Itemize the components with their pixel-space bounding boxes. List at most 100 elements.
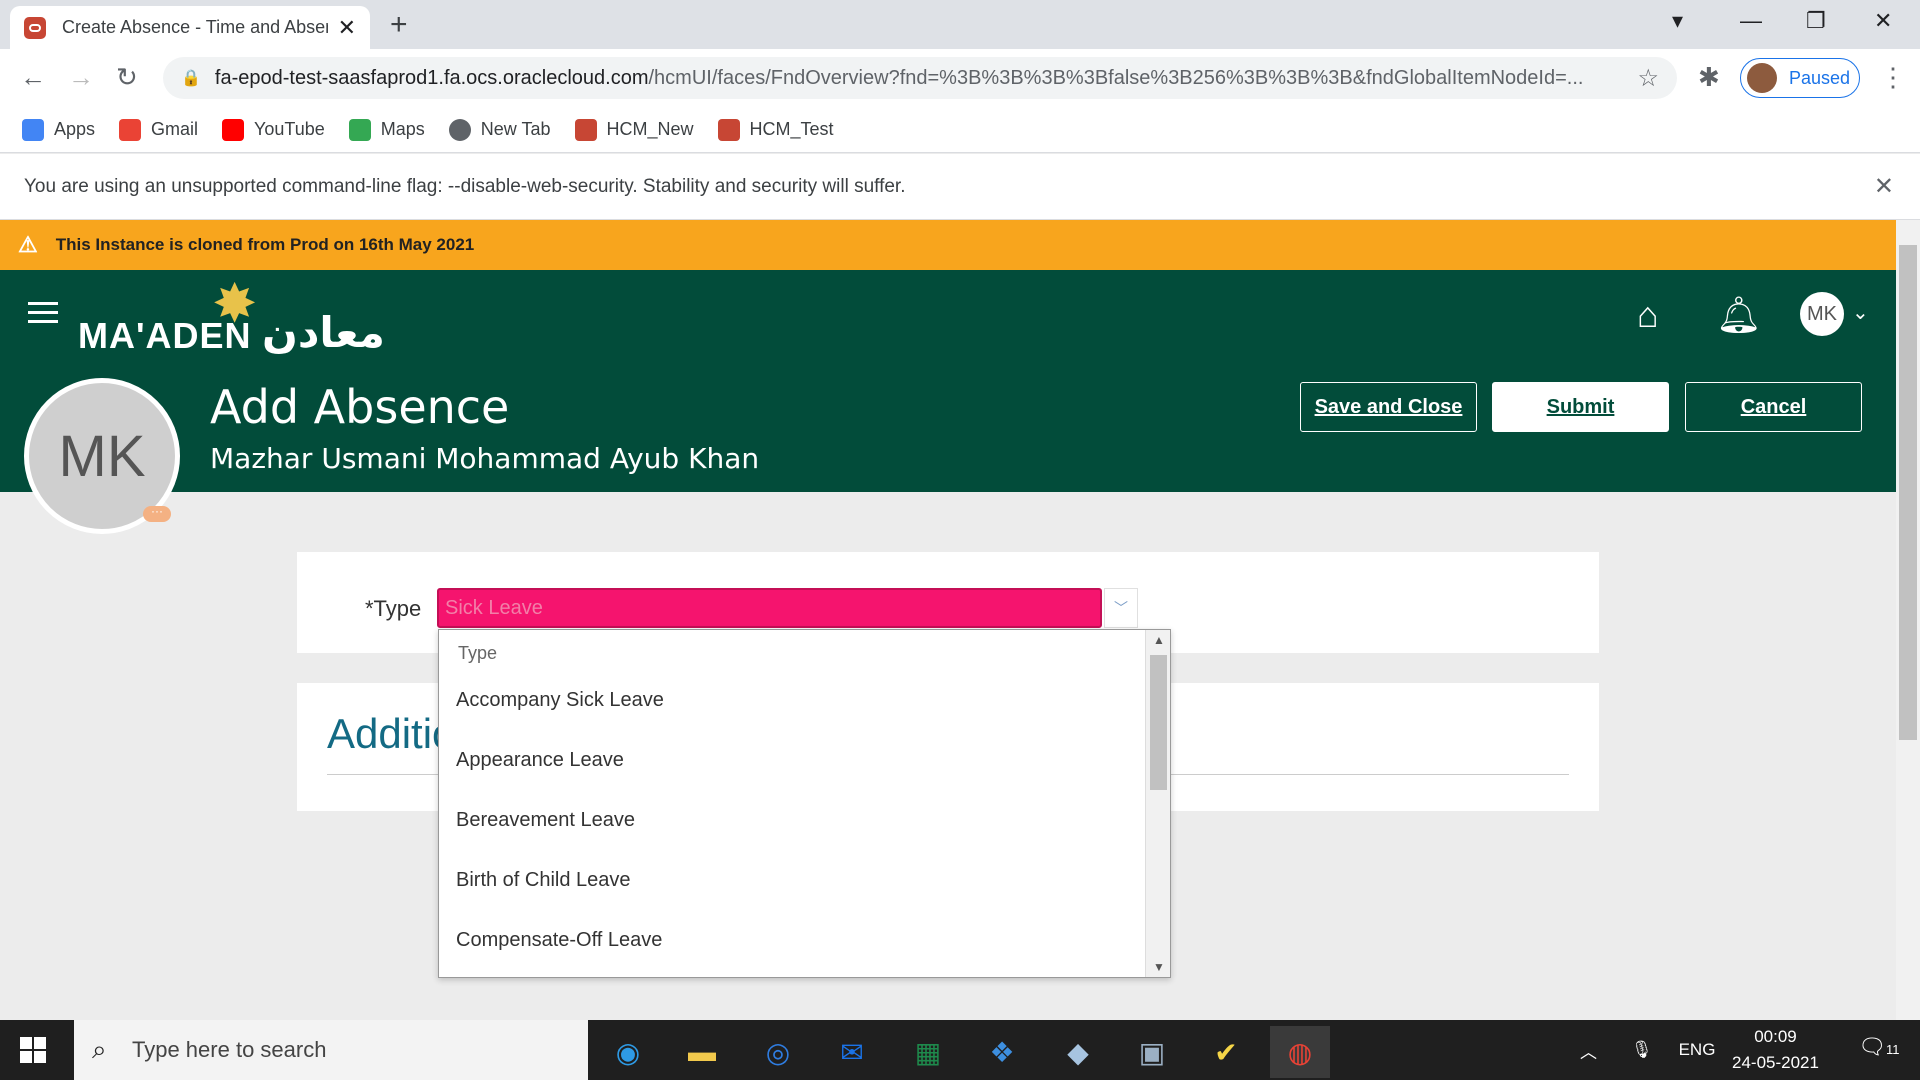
system-tray: ︿ 🎙︎ ENG <box>1580 1020 1715 1080</box>
date: 24-05-2021 <box>1732 1053 1819 1072</box>
back-icon[interactable]: ← <box>20 62 46 93</box>
oracle-icon <box>717 118 740 141</box>
extensions-icon[interactable]: ✱ <box>1698 62 1720 93</box>
bookmark-label: YouTube <box>254 119 325 139</box>
restore-icon[interactable]: ❐ <box>1806 8 1826 34</box>
list-item[interactable]: Appearance Leave <box>439 730 1145 790</box>
app-icon[interactable]: ◆ <box>1048 1026 1108 1078</box>
edge-icon[interactable]: ◉ <box>598 1026 658 1078</box>
file-explorer-icon[interactable]: ▬ <box>672 1026 732 1078</box>
bookmark-hcm-test[interactable]: HCM_Test <box>717 118 834 141</box>
bookmark-newtab[interactable]: New Tab <box>448 118 551 141</box>
close-infobar-icon[interactable]: ✕ <box>1874 172 1894 201</box>
bookmark-maps[interactable]: Maps <box>348 118 425 141</box>
company-logo-arabic: معادن <box>262 308 385 357</box>
tab-title: Create Absence - Time and Absences <box>62 17 328 37</box>
banner-text: This Instance is cloned from Prod on 16t… <box>55 235 475 254</box>
url-host: fa-epod-test-saasfaprod1.fa.ocs.oraclecl… <box>214 66 649 89</box>
forward-icon[interactable]: → <box>68 62 94 93</box>
maps-icon <box>348 118 371 141</box>
more-badge-icon[interactable]: ··· <box>143 505 171 522</box>
close-tab-icon[interactable]: ✕ <box>338 15 356 41</box>
dropdown-header: Type <box>458 643 498 663</box>
dropdown-scrollbar[interactable]: ▲ ▼ <box>1145 630 1170 977</box>
chevron-up-icon[interactable]: ︿ <box>1580 1038 1597 1063</box>
bookmark-youtube[interactable]: YouTube <box>222 118 325 141</box>
type-dropdown-list: Type Accompany Sick Leave Appearance Lea… <box>438 629 1171 978</box>
page-scroll-thumb[interactable] <box>1899 245 1917 740</box>
warning-text: You are using an unsupported command-lin… <box>24 175 906 197</box>
search-icon: ⌕ <box>92 1034 107 1064</box>
profile-chip[interactable]: Paused <box>1740 58 1860 98</box>
list-item[interactable]: Birth of Child Leave <box>439 850 1145 910</box>
list-item[interactable]: Compensate-Off Leave <box>439 910 1145 970</box>
list-item[interactable]: Accompany Sick Leave <box>439 670 1145 730</box>
bookmark-gmail[interactable]: Gmail <box>119 118 199 141</box>
globe-icon <box>448 118 471 141</box>
person-name: Mazhar Usmani Mohammad Ayub Khan <box>210 442 760 475</box>
chrome-icon[interactable]: ◍ <box>1270 1026 1330 1078</box>
notification-count: 11 <box>1885 1042 1900 1057</box>
oracle-icon <box>574 118 597 141</box>
scroll-down-icon[interactable]: ▼ <box>1153 960 1165 974</box>
warning-icon: ⚠ <box>18 232 38 257</box>
app-icon[interactable]: ▣ <box>1122 1026 1182 1078</box>
clone-banner: ⚠ This Instance is cloned from Prod on 1… <box>0 220 1896 270</box>
type-label: *Type <box>365 596 422 621</box>
scroll-up-icon[interactable]: ▲ <box>1153 633 1165 647</box>
bookmark-apps[interactable]: Apps <box>22 118 96 141</box>
notifications-bell-icon[interactable]: 🔔︎ <box>1716 294 1762 336</box>
app-icon[interactable]: ✔ <box>1196 1026 1256 1078</box>
type-dropdown-chevron-icon[interactable]: ﹀ <box>1104 588 1138 628</box>
hamburger-menu-icon[interactable] <box>28 302 58 329</box>
search-placeholder: Type here to search <box>132 1037 327 1062</box>
language-indicator[interactable]: ENG <box>1679 1040 1716 1060</box>
close-window-icon[interactable]: ✕ <box>1874 8 1892 34</box>
save-and-close-button[interactable]: Save and Close <box>1300 382 1477 432</box>
minimize-icon[interactable]: — <box>1740 8 1762 34</box>
profile-label: Paused <box>1789 67 1851 88</box>
submit-button[interactable]: Submit <box>1492 382 1669 432</box>
cancel-button[interactable]: Cancel <box>1685 382 1862 432</box>
notification-center-icon[interactable]: 🗨︎11 <box>1858 1034 1899 1060</box>
warning-infobar: You are using an unsupported command-lin… <box>0 154 1920 220</box>
list-item[interactable]: Bereavement Leave <box>439 790 1145 850</box>
microphone-icon[interactable]: 🎙︎ <box>1631 1040 1653 1060</box>
home-icon[interactable]: ⌂ <box>1637 294 1659 336</box>
page-title: Add Absence <box>210 380 510 434</box>
menu-kebab-icon[interactable]: ⋮ <box>1880 62 1906 93</box>
time: 00:09 <box>1754 1027 1797 1046</box>
bookmark-label: Gmail <box>151 119 199 139</box>
excel-icon[interactable]: ▦ <box>898 1026 958 1078</box>
bookmark-label: New Tab <box>480 119 551 139</box>
chevron-down-icon[interactable]: ⌄ <box>1852 300 1869 325</box>
new-tab-icon[interactable]: + <box>390 8 408 42</box>
lock-icon: 🔒 <box>181 70 201 87</box>
company-logo: MA'ADEN <box>78 315 252 356</box>
reload-icon[interactable]: ↻ <box>116 62 138 93</box>
type-input[interactable]: Sick Leave <box>437 588 1102 628</box>
active-tab[interactable]: Create Absence - Time and Absences ✕ <box>10 6 370 49</box>
tab-search-icon[interactable]: ▾ <box>1672 8 1683 34</box>
dropdown-options: Accompany Sick Leave Appearance Leave Be… <box>439 670 1145 970</box>
app-icon[interactable]: ◎ <box>748 1026 808 1078</box>
url-path: /hcmUI/faces/FndOverview?fnd=%3B%3B%3B%3… <box>648 66 1584 89</box>
app-icon[interactable]: ❖ <box>972 1026 1032 1078</box>
bookmark-star-icon[interactable]: ☆ <box>1637 64 1659 93</box>
oracle-favicon-icon <box>24 16 46 39</box>
bookmark-label: HCM_Test <box>749 119 834 139</box>
bookmark-label: HCM_New <box>606 119 694 139</box>
scroll-thumb[interactable] <box>1150 655 1167 790</box>
taskbar-search[interactable]: ⌕ Type here to search <box>74 1020 588 1080</box>
bookmark-label: Apps <box>54 119 96 139</box>
youtube-icon <box>222 118 245 141</box>
apps-grid-icon <box>22 118 44 141</box>
profile-photo <box>1747 63 1777 93</box>
bookmark-hcm-new[interactable]: HCM_New <box>574 118 694 141</box>
windows-start-icon[interactable] <box>20 1037 46 1063</box>
address-bar[interactable]: 🔒 fa-epod-test-saasfaprod1.fa.ocs.oracle… <box>163 57 1677 99</box>
clock[interactable]: 00:09 24-05-2021 <box>1732 1024 1819 1076</box>
user-avatar[interactable]: MK <box>1800 292 1844 336</box>
outlook-icon[interactable]: ✉ <box>822 1026 882 1078</box>
bookmarks-bar: Apps Gmail YouTube Maps New Tab HCM_New … <box>0 107 1920 153</box>
